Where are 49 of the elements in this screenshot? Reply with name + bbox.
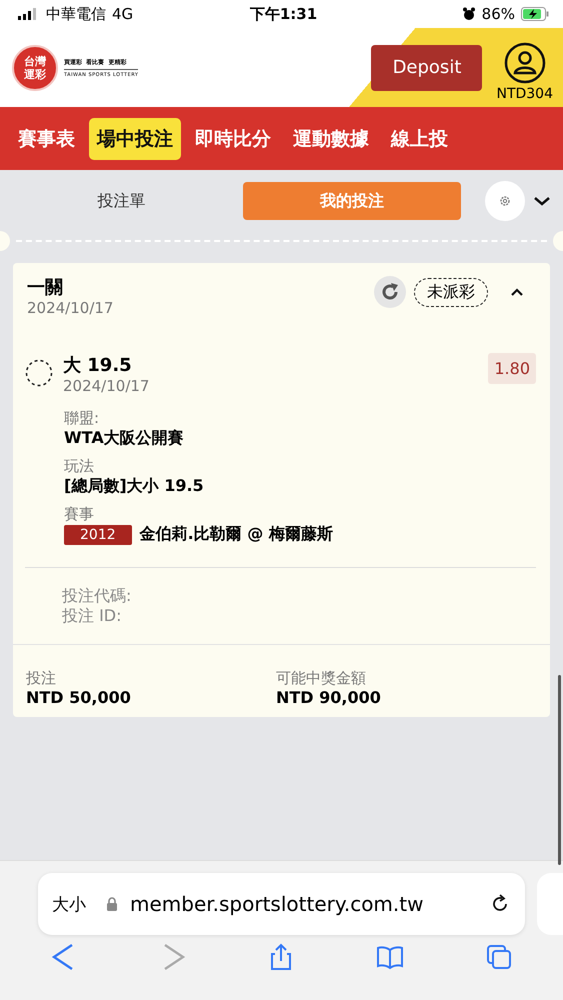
bet-tab[interactable]: 投注單 <box>12 182 231 220</box>
bet-date: 2024/10/17 <box>27 299 114 317</box>
gear-icon <box>499 195 512 207</box>
clock-time: 下午1:31 <box>250 4 318 24</box>
refresh-button[interactable] <box>374 276 406 308</box>
address-bar[interactable]: 大小 member.sportslottery.com.tw <box>38 873 525 935</box>
nav-tab[interactable]: 線上投 <box>383 118 456 160</box>
lock-icon <box>106 896 118 912</box>
payout-amount: NTD 90,000 <box>276 688 382 707</box>
ticket-notch <box>553 231 563 251</box>
user-icon <box>504 42 546 84</box>
stake-label: 投注 <box>26 669 57 688</box>
ticket-notch <box>0 231 10 251</box>
detail-value: WTA大阪公開賽 <box>64 428 184 449</box>
collapse-button[interactable] <box>533 195 551 207</box>
account-balance: NTD304 <box>496 86 553 102</box>
alarm-icon <box>462 7 476 21</box>
deposit-button[interactable]: Deposit <box>371 44 482 90</box>
network-type: 4G <box>112 5 134 23</box>
carrier-name: 中華電信 <box>46 4 106 24</box>
selection-name: 大 19.5 <box>63 354 133 377</box>
nav-tab[interactable]: 運動數據 <box>285 118 377 160</box>
url-text: member.sportslottery.com.tw <box>130 892 424 916</box>
battery-icon <box>521 7 549 21</box>
nav-tab[interactable]: 即時比分 <box>187 118 279 160</box>
bet-title: 一關 <box>27 276 64 299</box>
detail-label: 賽事 <box>64 505 95 524</box>
stake-amount: NTD 50,000 <box>26 688 132 707</box>
payout-label: 可能中獎金額 <box>276 669 367 688</box>
selection-date: 2024/10/17 <box>63 377 150 395</box>
bet-status: 未派彩 <box>414 278 488 306</box>
detail-value: 金伯莉.比勒爾 @ 梅爾藤斯 <box>140 524 333 545</box>
chevron-down-icon <box>533 195 551 207</box>
match-number: 2012 <box>64 524 132 544</box>
odds-value: 1.80 <box>488 353 536 384</box>
bet-code: 投注代碼: <box>62 586 132 606</box>
tabs-icon <box>484 943 513 971</box>
logo-emblem: 台灣運彩 <box>12 44 58 90</box>
dashed-circle-icon <box>25 359 53 387</box>
caret-up-icon <box>510 287 524 297</box>
tabs-button[interactable] <box>484 943 513 971</box>
bet-code: 投注 ID: <box>62 606 123 626</box>
nav-tab[interactable]: 賽事表 <box>10 118 83 160</box>
text-size-button[interactable]: 大小 <box>52 892 86 916</box>
battery-percent: 86% <box>482 5 515 23</box>
detail-value: [總局數]大小 19.5 <box>64 476 204 497</box>
detail-label: 聯盟: <box>64 409 100 428</box>
nav-tab[interactable]: 場中投注 <box>89 118 181 160</box>
detail-label: 玩法 <box>64 457 95 476</box>
